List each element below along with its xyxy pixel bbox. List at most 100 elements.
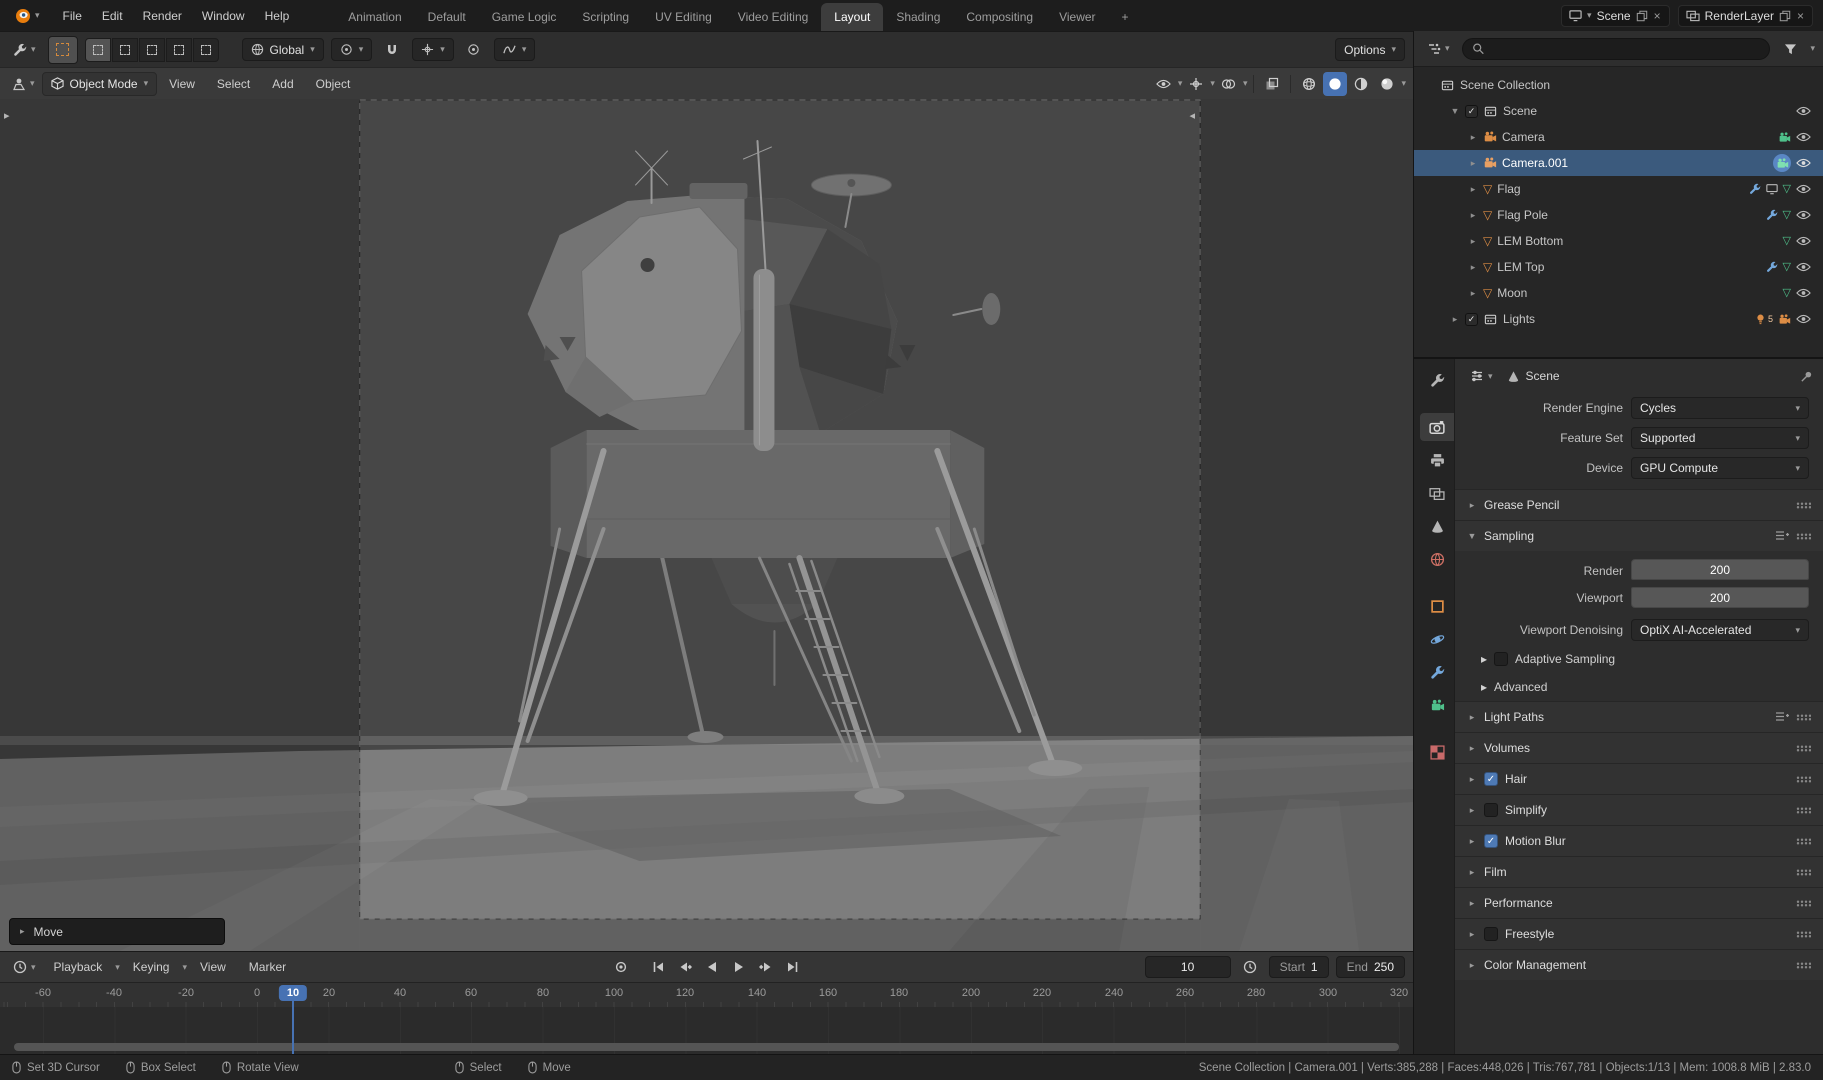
timeline-editor-menu[interactable]: ▾ [8, 957, 41, 977]
editor-type-button[interactable]: ▾ [7, 74, 40, 94]
tab-view-layer[interactable] [1420, 479, 1454, 507]
menu-viewport-add[interactable]: Add [262, 73, 303, 95]
select-mode-extend-button[interactable] [112, 38, 138, 62]
current-frame-indicator[interactable]: 10 [279, 985, 307, 1001]
workspace-tab-game-logic[interactable]: Game Logic [479, 3, 570, 31]
adaptive-sampling-checkbox[interactable] [1494, 652, 1508, 666]
menu-viewport-select[interactable]: Select [207, 73, 260, 95]
outliner-row-lights[interactable]: ▸ ✓ Lights 5 [1414, 306, 1823, 332]
proportional-falloff-dropdown[interactable]: ▾ [494, 38, 536, 61]
select-mode-subtract-button[interactable] [139, 38, 165, 62]
menu-viewport-object[interactable]: Object [306, 73, 361, 95]
workspace-tab-scripting[interactable]: Scripting [569, 3, 642, 31]
drag-handle-icon[interactable] [1796, 714, 1811, 721]
panel-motion-blur[interactable]: ▸ ✓ Motion Blur [1455, 825, 1823, 856]
remove-view-layer-button[interactable]: × [1796, 9, 1805, 23]
disclosure-icon[interactable]: ▸ [1468, 158, 1478, 169]
hide-eye-icon[interactable] [1796, 314, 1811, 324]
tab-physics[interactable] [1420, 625, 1454, 653]
transform-pivot-dropdown[interactable]: ▾ [331, 38, 373, 61]
add-workspace-button[interactable]: + [1109, 3, 1142, 31]
snap-toggle-button[interactable] [379, 38, 405, 62]
menu-window[interactable]: Window [192, 5, 255, 27]
hide-eye-icon[interactable] [1796, 158, 1811, 168]
menu-marker[interactable]: Marker [239, 956, 296, 978]
shading-solid-button[interactable] [1323, 72, 1347, 96]
panel-expand-icon[interactable]: ▸ [20, 927, 25, 936]
play-reverse-button[interactable] [700, 956, 724, 978]
current-frame-field[interactable]: 10 [1145, 956, 1231, 978]
select-mode-intersect-button[interactable] [193, 38, 219, 62]
drag-handle-icon[interactable] [1796, 533, 1811, 540]
workspace-tab-shading[interactable]: Shading [883, 3, 953, 31]
workspace-tab-uv-editing[interactable]: UV Editing [642, 3, 725, 31]
new-scene-icon[interactable] [1636, 10, 1648, 22]
shading-rendered-button[interactable] [1375, 72, 1399, 96]
feature-set-dropdown[interactable]: Supported ▾ [1631, 427, 1809, 449]
collection-checkbox[interactable]: ✓ [1465, 313, 1478, 326]
active-tool-box-select-button[interactable] [48, 36, 78, 64]
tab-tool[interactable] [1420, 366, 1454, 394]
hide-eye-icon[interactable] [1796, 132, 1811, 142]
play-button[interactable] [727, 956, 751, 978]
outliner-row-flag-pole[interactable]: ▸ ▽ Flag Pole ▽ [1414, 202, 1823, 228]
select-mode-set-button[interactable] [85, 38, 111, 62]
panel-sampling[interactable]: ▼ Sampling [1455, 520, 1823, 551]
mode-selector-dropdown[interactable]: Object Mode ▾ [42, 72, 158, 96]
drag-handle-icon[interactable] [1796, 869, 1811, 876]
drag-handle-icon[interactable] [1796, 776, 1811, 783]
sidebar-expand-icon[interactable]: ◂ [1189, 109, 1195, 122]
tab-output[interactable] [1420, 446, 1454, 474]
panel-light-paths[interactable]: ▸ Light Paths [1455, 701, 1823, 732]
sampling-viewport-field[interactable]: 200 [1631, 587, 1809, 608]
frame-start-field[interactable]: Start 1 [1269, 956, 1329, 978]
panel-freestyle[interactable]: ▸ Freestyle [1455, 918, 1823, 949]
hide-eye-icon[interactable] [1796, 262, 1811, 272]
frame-end-field[interactable]: End 250 [1336, 956, 1405, 978]
hide-eye-icon[interactable] [1796, 184, 1811, 194]
presets-icon[interactable] [1775, 711, 1789, 723]
drag-handle-icon[interactable] [1796, 745, 1811, 752]
drag-handle-icon[interactable] [1796, 807, 1811, 814]
gizmos-dropdown[interactable] [1184, 72, 1208, 96]
toolbar-expand-icon[interactable]: ▸ [4, 109, 10, 122]
hide-eye-icon[interactable] [1796, 106, 1811, 116]
sampling-render-field[interactable]: 200 [1631, 559, 1809, 580]
timeline-scrollbar[interactable] [14, 1043, 1399, 1051]
workspace-tab-compositing[interactable]: Compositing [953, 3, 1046, 31]
xray-toggle-button[interactable] [1260, 72, 1284, 96]
viewport-3d-scene[interactable] [0, 99, 1413, 951]
workspace-tab-video-editing[interactable]: Video Editing [725, 3, 822, 31]
outliner-search[interactable] [1462, 38, 1771, 60]
menu-viewport-view[interactable]: View [159, 73, 205, 95]
panel-advanced[interactable]: ▸ Advanced [1455, 673, 1823, 701]
device-dropdown[interactable]: GPU Compute ▾ [1631, 457, 1809, 479]
tab-object[interactable] [1420, 592, 1454, 620]
viewport-canvas[interactable]: ▸ ◂ ▸ Move [0, 99, 1413, 951]
disclosure-icon[interactable]: ▸ [1468, 210, 1478, 221]
outliner-editor-menu[interactable]: ▾ [1422, 39, 1455, 59]
motion-blur-checkbox[interactable]: ✓ [1484, 834, 1498, 848]
next-keyframe-button[interactable] [754, 956, 778, 978]
disclosure-icon[interactable]: ▸ [1450, 314, 1460, 325]
menu-keying[interactable]: Keying [123, 956, 180, 978]
panel-volumes[interactable]: ▸ Volumes [1455, 732, 1823, 763]
auto-keyframe-button[interactable] [609, 956, 633, 978]
workspace-tab-viewer[interactable]: Viewer [1046, 3, 1108, 31]
panel-grease-pencil[interactable]: ▸ Grease Pencil [1455, 489, 1823, 520]
pin-icon[interactable] [1800, 370, 1813, 383]
menu-file[interactable]: File [53, 5, 92, 27]
timeline-tracks[interactable] [0, 1007, 1413, 1054]
menu-timeline-view[interactable]: View [190, 956, 236, 978]
menu-edit[interactable]: Edit [92, 5, 133, 27]
tool-settings-editor-menu[interactable]: ▾ [8, 40, 41, 60]
playhead-line[interactable] [292, 1000, 294, 1054]
collection-checkbox[interactable]: ✓ [1465, 105, 1478, 118]
snap-settings-dropdown[interactable]: ▾ [412, 38, 454, 61]
tab-render[interactable] [1420, 413, 1454, 441]
blender-app-menu-button[interactable]: ▾ [10, 6, 45, 26]
hide-eye-icon[interactable] [1796, 236, 1811, 246]
panel-simplify[interactable]: ▸ Simplify [1455, 794, 1823, 825]
outliner-row-scene[interactable]: ▼ ✓ Scene [1414, 98, 1823, 124]
menu-help[interactable]: Help [255, 5, 300, 27]
